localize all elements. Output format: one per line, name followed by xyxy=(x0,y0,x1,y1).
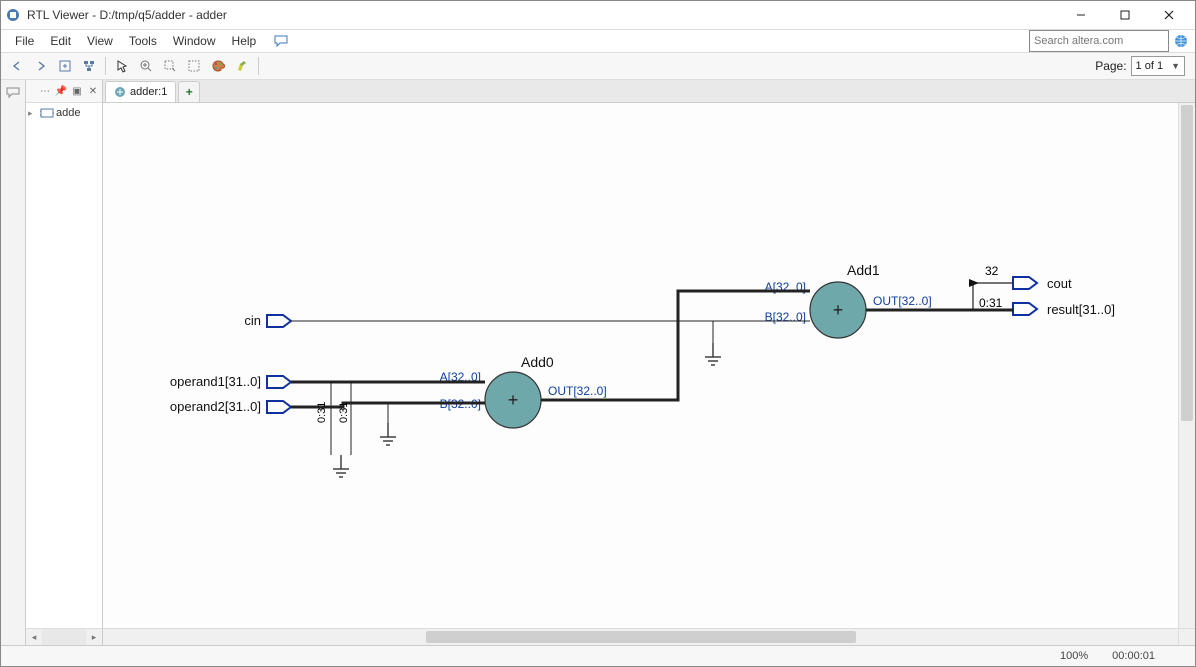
scroll-corner xyxy=(1178,628,1195,645)
main-area: adder:1 + xyxy=(103,80,1195,645)
menu-tools[interactable]: Tools xyxy=(121,32,165,50)
scroll-thumb[interactable] xyxy=(1181,105,1193,421)
schematic-icon xyxy=(114,86,126,98)
expand-icon[interactable]: ▸ xyxy=(28,108,38,119)
scroll-thumb[interactable] xyxy=(426,631,856,643)
add1-out-label: OUT[32..0] xyxy=(873,294,932,308)
port-result[interactable]: result[31..0] xyxy=(1013,302,1115,317)
zoom-fit-button[interactable] xyxy=(54,55,76,77)
ground-icon xyxy=(705,343,721,365)
menu-bar: File Edit View Tools Window Help xyxy=(1,30,1195,53)
port-result-label: result[31..0] xyxy=(1047,302,1115,317)
rtl-diagram[interactable]: cin operand1[31..0] operand2[31..0] Add0 xyxy=(103,103,1183,643)
toolbar-separator xyxy=(258,57,259,75)
tree[interactable]: ▸ adde xyxy=(26,103,102,628)
add0-name: Add0 xyxy=(521,354,554,370)
new-tab-button[interactable]: + xyxy=(178,81,200,102)
scroll-left-icon[interactable]: ◂ xyxy=(26,629,42,645)
node-add0[interactable]: Add0 + A[32..0] B[32..0] OUT[32..0] xyxy=(440,354,607,428)
port-cout[interactable]: cout xyxy=(1013,276,1072,291)
status-bar: 100% 00:00:01 xyxy=(1,645,1195,666)
back-button[interactable] xyxy=(6,55,28,77)
zoom-in-tool[interactable] xyxy=(135,55,157,77)
port-operand1[interactable]: operand1[31..0] xyxy=(170,374,291,389)
canvas-hscroll[interactable] xyxy=(103,628,1179,645)
port-cout-label: cout xyxy=(1047,276,1072,291)
bit-split-arrow xyxy=(969,279,979,287)
node-add1[interactable]: Add1 + A[32..0] B[32..0] OUT[32..0] xyxy=(765,262,932,338)
chevron-down-icon: ▼ xyxy=(1171,61,1180,71)
hierarchy-button[interactable] xyxy=(78,55,100,77)
scroll-track[interactable] xyxy=(42,629,86,645)
popout-icon[interactable]: ▣ xyxy=(70,84,84,98)
zoom-area-tool[interactable] xyxy=(159,55,181,77)
port-op2-label: operand2[31..0] xyxy=(170,399,261,414)
close-button[interactable] xyxy=(1147,1,1191,29)
highlight-tool[interactable] xyxy=(231,55,253,77)
port-op1-label: operand1[31..0] xyxy=(170,374,261,389)
module-icon xyxy=(40,107,54,119)
gutter-messages-icon[interactable] xyxy=(5,84,21,100)
bus-bit-label: 32 xyxy=(985,264,999,278)
tree-root-row[interactable]: ▸ adde xyxy=(26,105,102,121)
plus-icon: + xyxy=(508,390,519,410)
menu-help[interactable]: Help xyxy=(224,32,265,50)
port-cin[interactable]: cin xyxy=(244,313,291,328)
side-scrollbar[interactable]: ◂ ▸ xyxy=(26,628,102,645)
palette-tool[interactable] xyxy=(207,55,229,77)
toolbar-separator xyxy=(105,57,106,75)
page-label: Page: xyxy=(1095,59,1126,73)
tab-label: adder:1 xyxy=(130,86,167,98)
menu-file[interactable]: File xyxy=(7,32,42,50)
search-input[interactable] xyxy=(1029,30,1169,52)
window-title: RTL Viewer - D:/tmp/q5/adder - adder xyxy=(27,8,1059,22)
canvas-viewport[interactable]: cin operand1[31..0] operand2[31..0] Add0 xyxy=(103,103,1195,645)
page-selector[interactable]: 1 of 1 ▼ xyxy=(1131,56,1185,76)
menu-window[interactable]: Window xyxy=(165,32,224,50)
bus-label: 0:31 xyxy=(338,402,350,423)
add0-out-label: OUT[32..0] xyxy=(548,384,607,398)
menu-view[interactable]: View xyxy=(79,32,121,50)
toolbar: Page: 1 of 1 ▼ xyxy=(1,53,1195,80)
bus-range-label: 0:31 xyxy=(979,296,1003,310)
add1-b-label: B[32..0] xyxy=(765,310,806,324)
elapsed-time: 00:00:01 xyxy=(1112,650,1155,662)
add1-name: Add1 xyxy=(847,262,880,278)
globe-icon[interactable] xyxy=(1173,33,1189,49)
minimize-button[interactable] xyxy=(1059,1,1103,29)
pin-icon[interactable]: 📌 xyxy=(54,84,68,98)
left-gutter xyxy=(1,80,26,645)
select-area-tool[interactable] xyxy=(183,55,205,77)
title-bar: RTL Viewer - D:/tmp/q5/adder - adder xyxy=(1,1,1195,30)
side-toolbar: ⋯ 📌 ▣ ✕ xyxy=(26,80,102,103)
plus-icon: + xyxy=(833,300,844,320)
ground-icon xyxy=(380,423,396,445)
zoom-level: 100% xyxy=(1060,650,1088,662)
maximize-button[interactable] xyxy=(1103,1,1147,29)
bus-label: 0:31 xyxy=(316,402,328,423)
feedback-icon[interactable] xyxy=(270,30,292,52)
tab-adder[interactable]: adder:1 xyxy=(105,81,176,102)
scroll-right-icon[interactable]: ▸ xyxy=(86,629,102,645)
port-operand2[interactable]: operand2[31..0] xyxy=(170,399,291,414)
pointer-tool[interactable] xyxy=(111,55,133,77)
port-cin-label: cin xyxy=(244,313,261,328)
ground-icon xyxy=(333,455,349,477)
netlist-navigator: ⋯ 📌 ▣ ✕ ▸ adde ◂ ▸ xyxy=(26,80,103,645)
page-value: 1 of 1 xyxy=(1136,60,1164,72)
menu-edit[interactable]: Edit xyxy=(42,32,79,50)
tab-strip: adder:1 + xyxy=(103,80,1195,103)
side-close-icon[interactable]: ✕ xyxy=(86,84,100,98)
app-icon xyxy=(5,7,21,23)
canvas-vscroll[interactable] xyxy=(1178,103,1195,629)
tree-root-label: adde xyxy=(56,107,80,119)
forward-button[interactable] xyxy=(30,55,52,77)
body: ⋯ 📌 ▣ ✕ ▸ adde ◂ ▸ xyxy=(1,80,1195,645)
side-menu-icon[interactable]: ⋯ xyxy=(38,84,52,98)
app-window: RTL Viewer - D:/tmp/q5/adder - adder Fil… xyxy=(0,0,1196,667)
